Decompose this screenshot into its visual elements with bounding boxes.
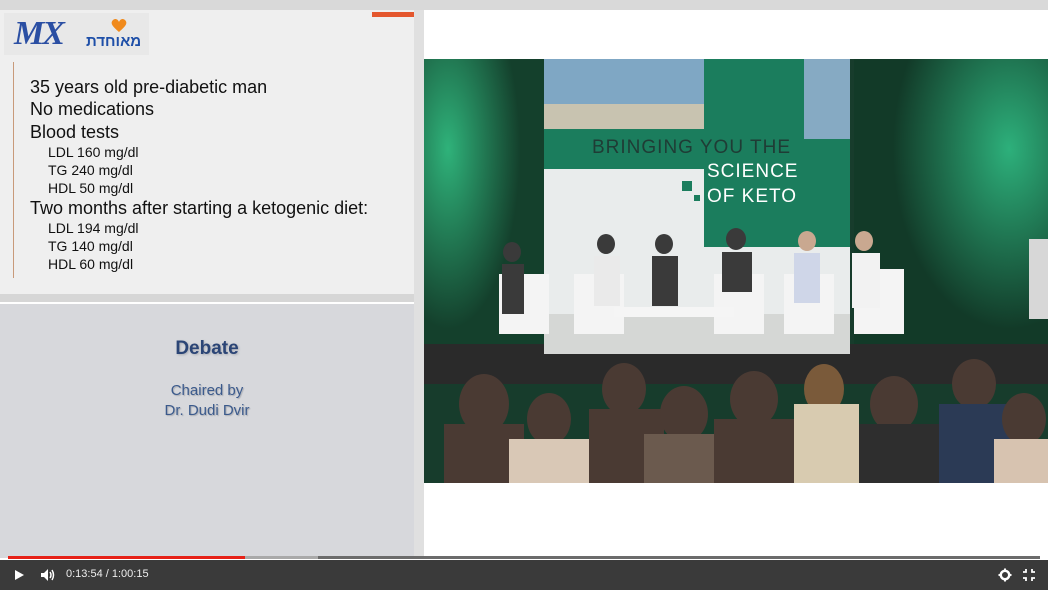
slide-divider [0, 294, 414, 302]
logo-hebrew-text: מאוחדת [86, 33, 142, 50]
mx-logo: MX מאוחדת [4, 13, 149, 55]
orange-accent-bar [372, 12, 414, 17]
slide-line: 35 years old pre-diabetic man [30, 77, 268, 97]
slide-line: LDL 160 mg/dl [48, 144, 139, 160]
progress-bar[interactable] [8, 556, 1040, 559]
slide-line: LDL 194 mg/dl [48, 220, 139, 236]
slide-line: TG 240 mg/dl [48, 162, 133, 178]
slide-line: No medications [30, 99, 155, 119]
volume-icon [41, 569, 55, 581]
settings-button[interactable] [994, 560, 1016, 590]
exit-fullscreen-button[interactable] [1018, 560, 1040, 590]
gear-icon [998, 568, 1012, 582]
banner-line: OF KETO [707, 186, 798, 207]
debate-title: Debate [175, 338, 239, 359]
conference-video[interactable]: BRINGING YOU THE SCIENCE OF KETO [424, 59, 1048, 483]
play-icon [15, 570, 24, 580]
stage-scene [424, 59, 1048, 483]
banner-line: BRINGING YOU THE [592, 137, 791, 158]
time-display: 0:13:54 / 1:00:15 [66, 568, 149, 580]
play-button[interactable] [8, 560, 30, 590]
debate-panel: Debate Chaired by Dr. Dudi Dvir [0, 304, 414, 558]
logo-mx-text: MX [14, 15, 65, 52]
banner-line: SCIENCE [707, 161, 799, 182]
presentation-slide: MX מאוחדת 35 years old pre-diabetic man … [0, 10, 414, 302]
chaired-by-label: Chaired by [170, 382, 244, 399]
slide-line: HDL 60 mg/dl [48, 256, 134, 272]
slide-left-rule [13, 62, 14, 278]
progress-played [8, 556, 246, 559]
heart-logo-icon [111, 18, 127, 32]
slide-line: HDL 50 mg/dl [48, 180, 134, 196]
fullscreen-exit-icon [1023, 569, 1035, 581]
chair-name: Dr. Dudi Dvir [164, 402, 250, 419]
volume-button[interactable] [36, 560, 60, 590]
slide-line: Blood tests [30, 122, 120, 142]
slide-line: TG 140 mg/dl [48, 238, 133, 254]
player-controls: 0:13:54 / 1:00:15 [0, 560, 1048, 590]
top-bar [0, 0, 1048, 10]
slide-line: Two months after starting a ketogenic di… [30, 198, 369, 218]
panel-divider [414, 10, 424, 558]
